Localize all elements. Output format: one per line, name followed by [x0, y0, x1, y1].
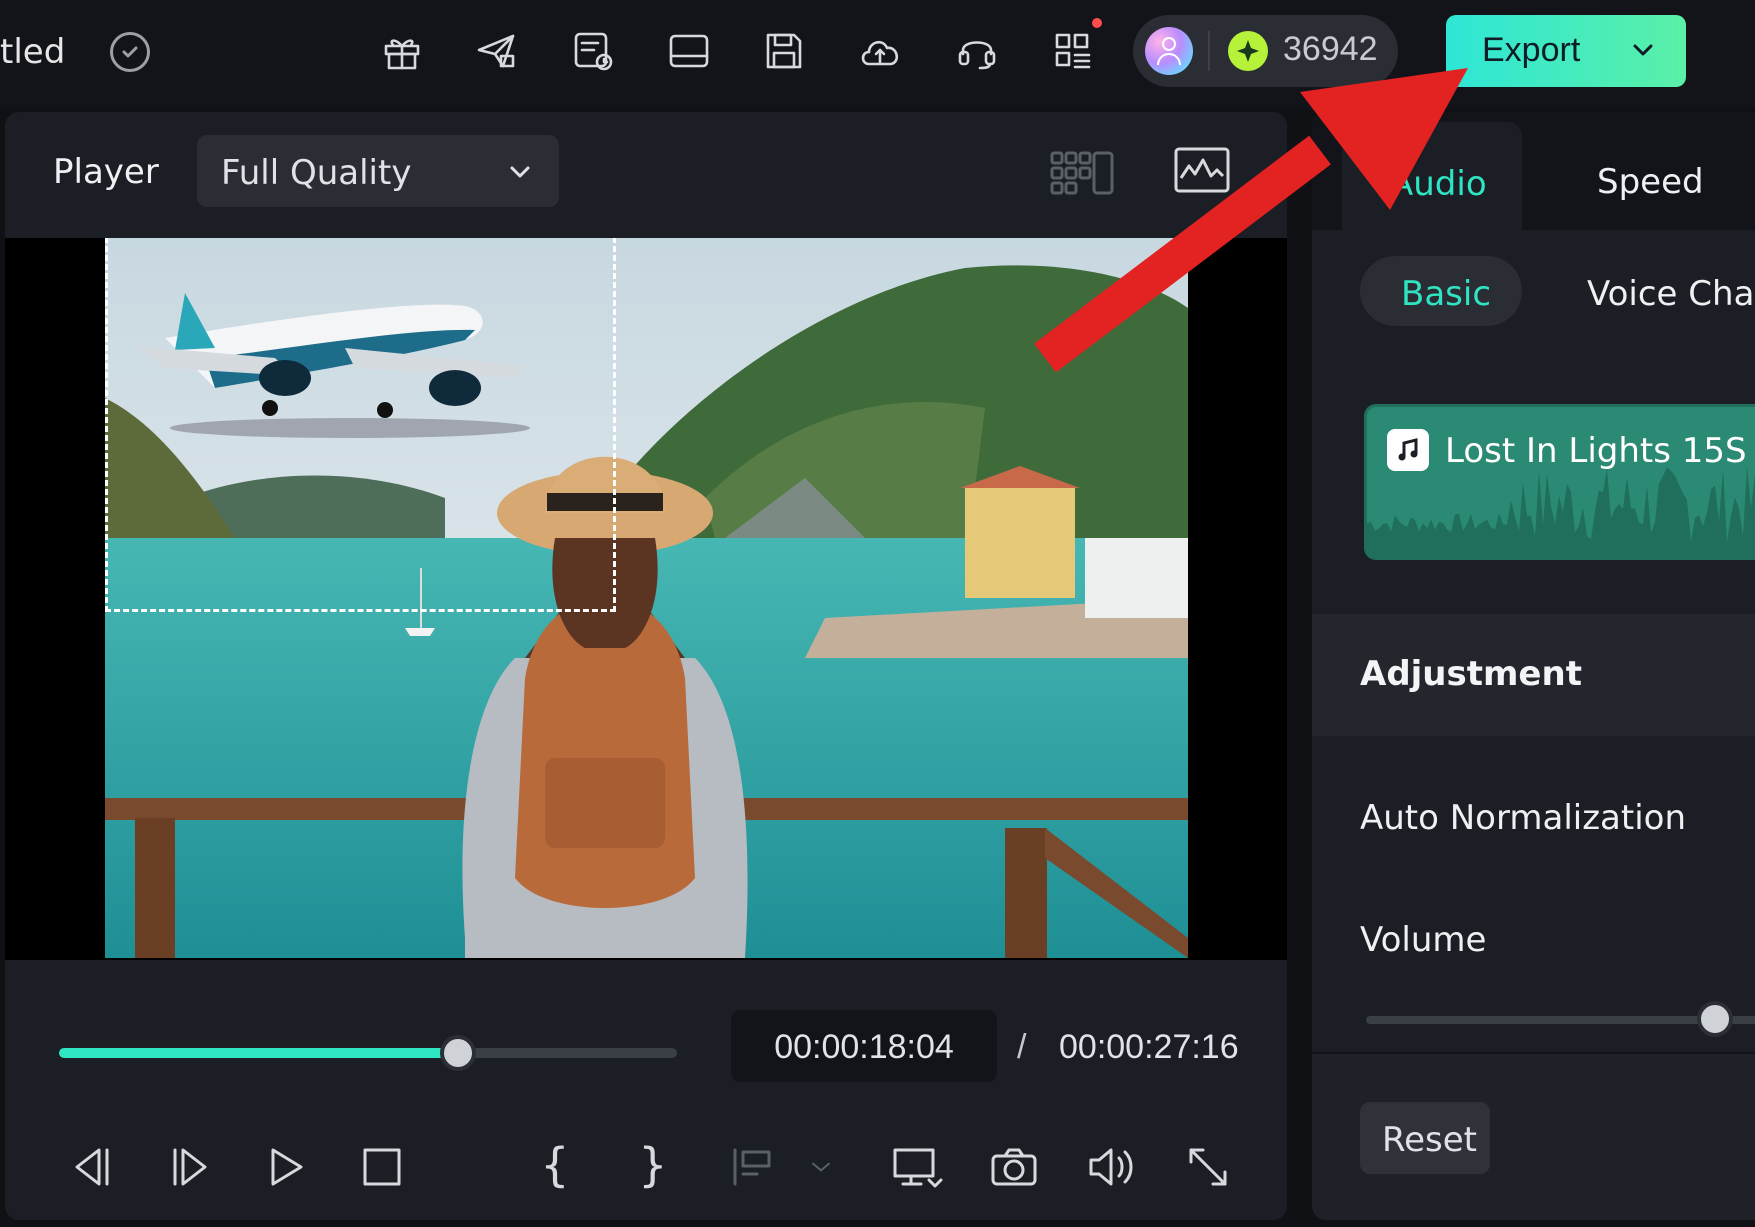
chevron-down-icon[interactable] [1630, 37, 1656, 63]
top-bar: tled 36942 Export [0, 0, 1755, 108]
share-icon[interactable] [471, 26, 521, 76]
layout-icon[interactable] [664, 26, 714, 76]
play-icon[interactable] [259, 1140, 313, 1194]
volume-knob[interactable] [1696, 1001, 1733, 1037]
player-header: Player Full Quality [5, 112, 1287, 230]
export-label: Export [1482, 31, 1581, 69]
snapshot-camera-icon[interactable] [987, 1140, 1041, 1194]
pill-divider [1208, 31, 1210, 71]
player-label: Player [53, 152, 159, 192]
subtab-basic-label: Basic [1401, 274, 1492, 314]
account-pill[interactable]: 36942 [1133, 15, 1398, 87]
selection-box[interactable] [105, 238, 616, 612]
chevron-down-icon [510, 166, 530, 178]
grid-view-icon[interactable] [1050, 150, 1114, 196]
save-icon[interactable] [759, 26, 809, 76]
reset-button[interactable]: Reset [1360, 1102, 1490, 1174]
player-panel: Player Full Quality 00:00:18:04 / 00:00:… [5, 112, 1287, 1220]
insert-clip-icon[interactable] [727, 1140, 781, 1194]
credit-count: 36942 [1283, 30, 1378, 68]
progress-fill [59, 1048, 458, 1058]
volume-speaker-icon[interactable] [1083, 1140, 1137, 1194]
audio-clip[interactable]: Lost In Lights 15S [1364, 404, 1755, 560]
stop-icon[interactable] [355, 1140, 409, 1194]
previous-frame-icon[interactable] [65, 1140, 119, 1194]
tab-audio[interactable]: Audio [1342, 122, 1522, 230]
tab-audio-label: Audio [1390, 164, 1487, 204]
music-note-icon [1387, 429, 1429, 471]
gift-icon[interactable] [377, 26, 427, 76]
timecode-box[interactable]: 00:00:18:04 [731, 1010, 997, 1082]
project-title[interactable]: tled [0, 32, 65, 72]
tab-bar: Audio Speed [1312, 112, 1755, 230]
video-viewport[interactable] [5, 238, 1287, 960]
current-time: 00:00:18:04 [774, 1028, 954, 1066]
fullscreen-icon[interactable] [1181, 1140, 1235, 1194]
quality-select[interactable]: Full Quality [197, 135, 559, 207]
apps-grid-icon[interactable] [1048, 26, 1098, 76]
properties-panel: Audio Speed Basic Voice Char Lost In Lig… [1312, 112, 1755, 1220]
reset-label: Reset [1382, 1120, 1477, 1160]
chevron-down-icon[interactable] [805, 1140, 841, 1194]
total-time: 00:00:27:16 [1059, 1028, 1239, 1066]
mark-in-button[interactable]: { [541, 1138, 569, 1192]
notification-dot [1092, 18, 1102, 28]
subtab-basic[interactable]: Basic [1360, 256, 1522, 326]
volume-slider[interactable] [1366, 1001, 1755, 1037]
auto-normalization-label: Auto Normalization [1360, 798, 1687, 838]
tab-speed[interactable]: Speed [1597, 162, 1704, 202]
mark-out-button[interactable]: } [639, 1138, 667, 1192]
next-frame-icon[interactable] [163, 1140, 217, 1194]
time-separator: / [1017, 1028, 1027, 1066]
adjustment-title: Adjustment [1360, 654, 1582, 694]
transport-controls: 00:00:18:04 / 00:00:27:16 { } [5, 970, 1287, 1220]
playhead-knob[interactable] [439, 1035, 476, 1071]
support-headset-icon[interactable] [952, 26, 1002, 76]
ai-credit-icon [1228, 31, 1268, 71]
image-scope-icon[interactable] [1173, 146, 1231, 194]
quality-value: Full Quality [221, 153, 412, 193]
progress-track[interactable] [59, 1035, 677, 1071]
task-list-icon[interactable] [568, 26, 618, 76]
waveform-shape [1367, 465, 1755, 557]
volume-label: Volume [1360, 920, 1487, 960]
cloud-upload-icon[interactable] [855, 26, 905, 76]
subtab-voice-changer[interactable]: Voice Char [1587, 274, 1755, 314]
adjustment-section[interactable]: Adjustment [1312, 614, 1755, 736]
avatar[interactable] [1145, 27, 1193, 75]
display-monitor-icon[interactable] [889, 1140, 943, 1194]
audio-clip-name: Lost In Lights 15S [1445, 431, 1747, 471]
audio-waveform [1367, 465, 1755, 557]
saved-check-icon [110, 32, 150, 72]
export-button[interactable]: Export [1446, 15, 1686, 87]
